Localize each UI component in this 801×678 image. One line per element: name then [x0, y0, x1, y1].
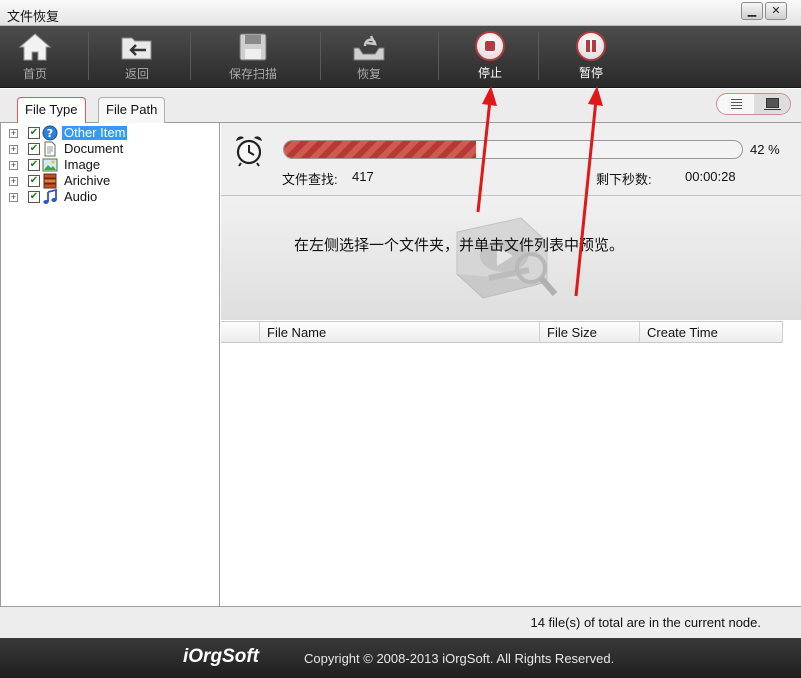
music-note-icon	[43, 189, 57, 204]
footer: iOrgSoft Copyright © 2008-2013 iOrgSoft.…	[0, 638, 801, 678]
tab-bar: File Type File Path	[0, 89, 801, 124]
image-icon	[42, 158, 58, 172]
files-found-value: 417	[352, 169, 374, 184]
file-table-header: File Name File Size Create Time	[221, 321, 783, 343]
file-table-body[interactable]	[221, 344, 801, 606]
back-label: 返回	[124, 67, 149, 81]
tree-checkbox[interactable]: ✔	[28, 127, 40, 139]
expand-icon[interactable]: +	[9, 193, 18, 202]
floppy-disk-icon	[239, 33, 267, 61]
scan-progress-bar	[283, 140, 743, 159]
document-icon	[44, 141, 56, 157]
scan-progress-fill	[284, 141, 477, 158]
expand-icon[interactable]: +	[9, 145, 18, 154]
archive-icon	[43, 173, 57, 189]
stop-button[interactable]: 停止	[459, 26, 521, 88]
minimize-button[interactable]: ▁	[741, 2, 763, 20]
recover-button[interactable]: 恢复	[338, 26, 400, 88]
pause-label: 暂停	[578, 66, 603, 80]
tree-checkbox[interactable]: ✔	[28, 143, 40, 155]
tree-checkbox[interactable]: ✔	[28, 191, 40, 203]
folder-back-icon	[121, 37, 152, 60]
main-toolbar: 首页 返回 保存扫描 恢复 停止 暂停	[0, 26, 801, 88]
column-header-create-time[interactable]: Create Time	[640, 322, 783, 343]
stop-icon	[475, 31, 505, 61]
expand-icon[interactable]: +	[9, 161, 18, 170]
tab-file-path[interactable]: File Path	[98, 97, 166, 123]
home-label: 首页	[22, 67, 47, 81]
expand-icon[interactable]: +	[9, 177, 18, 186]
remaining-label: 剩下秒数:	[596, 172, 652, 187]
recover-label: 恢复	[356, 67, 381, 81]
save-scan-button[interactable]: 保存扫描	[220, 26, 286, 88]
list-view-icon[interactable]	[717, 94, 754, 114]
alarm-clock-icon	[236, 136, 262, 167]
preview-view-icon[interactable]	[754, 94, 790, 114]
tree-label: Image	[64, 157, 101, 172]
status-bar: 14 file(s) of total are in the current n…	[0, 606, 801, 638]
close-button[interactable]: ✕	[765, 2, 787, 20]
back-button[interactable]: 返回	[104, 26, 170, 88]
question-icon: ?	[42, 125, 58, 141]
view-toggle[interactable]	[716, 93, 791, 115]
tree-label: Other Item	[62, 125, 128, 140]
column-header-select[interactable]	[221, 322, 260, 343]
home-icon	[18, 33, 52, 61]
home-button[interactable]: 首页	[4, 26, 66, 88]
tree-label: Audio	[64, 189, 98, 204]
title-bar: 文件恢复 ▁ ✕	[0, 0, 801, 26]
expand-icon[interactable]: +	[9, 129, 18, 138]
preview-message: 在左侧选择一个文件夹，并单击文件列表中预览。	[294, 236, 625, 254]
pause-button[interactable]: 暂停	[560, 26, 622, 88]
stop-label: 停止	[477, 66, 502, 80]
column-header-file-name[interactable]: File Name	[260, 322, 540, 343]
files-found-label: 文件查找:	[282, 172, 338, 187]
column-header-file-size[interactable]: File Size	[540, 322, 640, 343]
tab-file-type[interactable]: File Type	[17, 97, 86, 124]
svg-text:?: ?	[47, 127, 53, 140]
scan-progress-panel: 42 % 文件查找: 417 剩下秒数: 00:00:28	[221, 123, 801, 196]
recover-tray-icon	[353, 35, 385, 61]
file-type-tree: + ✔ ? Other Item + ✔ Document + ✔ Image …	[0, 123, 220, 606]
status-text: 14 file(s) of total are in the current n…	[530, 615, 761, 630]
preview-panel: 在左侧选择一个文件夹，并单击文件列表中预览。	[221, 196, 801, 320]
remaining-value: 00:00:28	[685, 169, 736, 184]
tree-checkbox[interactable]: ✔	[28, 159, 40, 171]
disk-search-icon	[456, 217, 558, 299]
pause-icon	[576, 31, 606, 61]
copyright-text: Copyright © 2008-2013 iOrgSoft. All Righ…	[304, 651, 615, 666]
tree-label: Document	[64, 141, 124, 156]
brand-logo: iOrgSoft	[183, 646, 259, 667]
tree-label: Arichive	[64, 173, 111, 188]
tree-checkbox[interactable]: ✔	[28, 175, 40, 187]
window-title: 文件恢复	[7, 9, 60, 24]
save-scan-label: 保存扫描	[228, 67, 277, 81]
progress-percent: 42 %	[750, 142, 780, 157]
